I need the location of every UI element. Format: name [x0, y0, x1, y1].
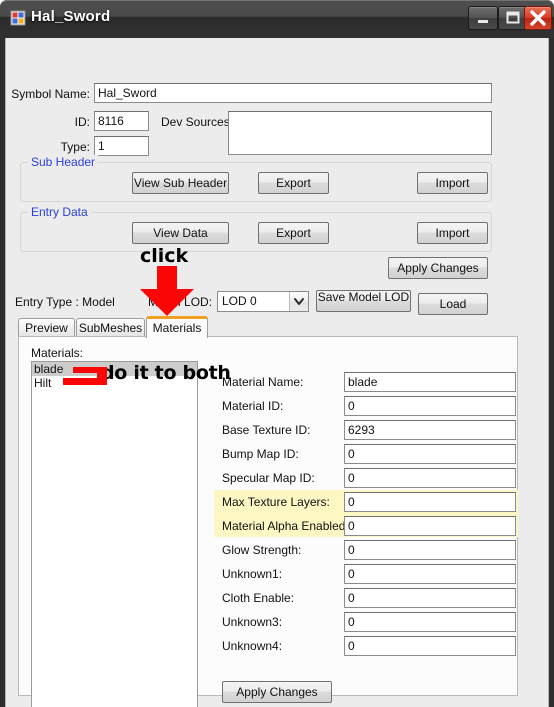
window-title: Hal_Sword [31, 8, 111, 25]
view-data-button[interactable]: View Data [132, 222, 229, 244]
entry-type-label: Entry Type : Model [15, 295, 115, 309]
field-label: Material Name: [222, 375, 304, 389]
load-button[interactable]: Load [418, 293, 488, 315]
field-label: Base Texture ID: [222, 423, 311, 437]
materials-list-label: Materials: [31, 346, 84, 360]
lod-selected-value: LOD 0 [222, 294, 257, 308]
field-input[interactable]: 0 [344, 636, 516, 656]
field-label: Unknown1: [222, 567, 283, 581]
field-input[interactable]: 0 [344, 444, 516, 464]
dev-sources-label: Dev Sources: [161, 115, 234, 129]
client-area: Symbol Name: Hal_Sword ID: 8116 Type: 1 … [5, 38, 549, 707]
type-label: Type: [60, 140, 90, 154]
id-input[interactable]: 8116 [94, 111, 149, 131]
field-input[interactable]: 6293 [344, 420, 516, 440]
save-model-lod-button[interactable]: Save Model LOD [316, 290, 411, 312]
tab-preview[interactable]: Preview [18, 318, 75, 337]
minimize-button[interactable] [468, 6, 498, 30]
field-input[interactable]: 0 [344, 612, 516, 632]
apply-changes-materials-button[interactable]: Apply Changes [222, 681, 332, 703]
tab-materials[interactable]: Materials [146, 316, 208, 338]
field-label: Unknown3: [222, 615, 283, 629]
close-button[interactable] [524, 6, 552, 30]
annotation-do-it-to-both-text: do it to both [101, 362, 231, 384]
field-input[interactable]: 0 [344, 396, 516, 416]
import-entry-data-button[interactable]: Import [417, 222, 488, 244]
import-sub-header-button[interactable]: Import [417, 172, 488, 194]
view-sub-header-button[interactable]: View Sub Header [132, 172, 229, 194]
field-input[interactable]: 0 [344, 492, 516, 512]
field-label: Specular Map ID: [222, 471, 315, 485]
field-input[interactable]: 0 [344, 540, 516, 560]
field-label: Material ID: [222, 399, 284, 413]
type-input[interactable]: 1 [94, 136, 149, 156]
export-entry-data-button[interactable]: Export [258, 222, 329, 244]
materials-listbox[interactable]: blade Hilt [31, 361, 198, 707]
field-input[interactable]: 0 [344, 588, 516, 608]
app-blocks-icon [10, 10, 26, 26]
export-sub-header-button[interactable]: Export [258, 172, 329, 194]
apply-changes-top-button[interactable]: Apply Changes [388, 257, 488, 279]
chevron-down-icon[interactable] [289, 292, 308, 311]
symbol-name-input[interactable]: Hal_Sword [94, 83, 492, 103]
field-label: Max Texture Layers: [222, 495, 330, 509]
annotation-bracket [61, 365, 111, 394]
symbol-name-label: Symbol Name: [11, 87, 90, 101]
entry-data-legend: Entry Data [28, 205, 91, 219]
tab-strip: Preview SubMeshes Materials [18, 316, 518, 338]
field-input[interactable]: 0 [344, 516, 516, 536]
annotation-click-text: click [140, 245, 189, 267]
application-window: Hal_Sword Symbol Name: Hal_Sword ID: 811… [0, 0, 554, 707]
field-label: Cloth Enable: [222, 591, 295, 605]
field-label: Bump Map ID: [222, 447, 299, 461]
id-label: ID: [74, 115, 90, 129]
dev-sources-input[interactable] [228, 111, 492, 155]
field-label: Unknown4: [222, 639, 283, 653]
lod-select[interactable]: LOD 0 [217, 291, 309, 312]
annotation-down-arrow [135, 266, 199, 321]
field-input[interactable]: blade [344, 372, 516, 392]
field-input[interactable]: 0 [344, 468, 516, 488]
title-bar: Hal_Sword [0, 0, 554, 38]
sub-header-legend: Sub Header [28, 155, 99, 169]
field-label: Material Alpha Enabled: [222, 519, 349, 533]
field-input[interactable]: 0 [344, 564, 516, 584]
field-label: Glow Strength: [222, 543, 302, 557]
